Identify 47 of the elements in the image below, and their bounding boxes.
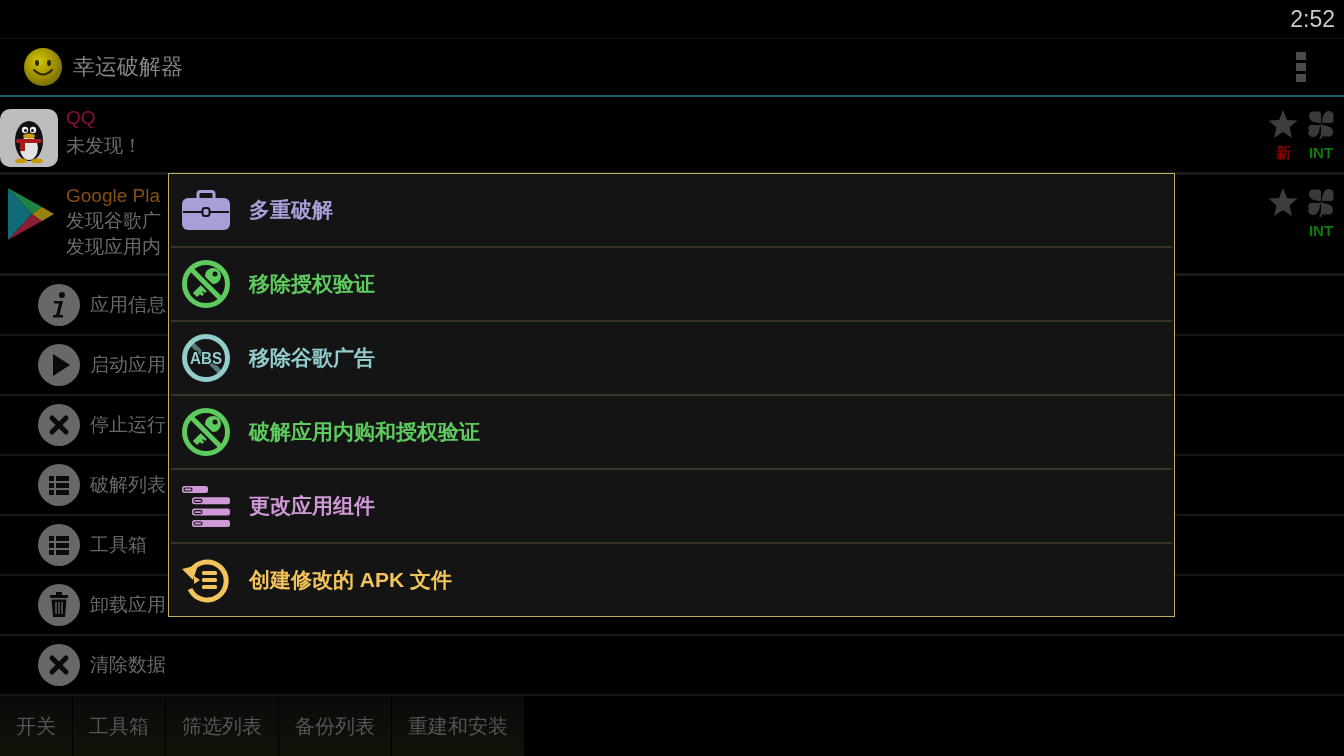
list-icon[interactable]: [38, 464, 80, 506]
info-icon[interactable]: [38, 284, 80, 326]
dialog-option[interactable]: 移除授权验证: [249, 270, 375, 298]
dialog-option[interactable]: 创建修改的 APK 文件: [249, 566, 452, 594]
app-status-text: 发现应用内: [66, 235, 161, 259]
more-options-icon[interactable]: [1296, 52, 1306, 82]
bottom-tab[interactable]: 备份列表: [279, 696, 392, 756]
bottom-tab[interactable]: 工具箱: [73, 696, 166, 756]
app-title: 幸运破解器: [73, 53, 183, 81]
menu-item-label[interactable]: 卸载应用: [90, 592, 166, 618]
app-name: Google Pla: [66, 184, 160, 208]
dialog-option[interactable]: 移除谷歌广告: [249, 344, 375, 372]
dialog-option[interactable]: 更改应用组件: [249, 492, 375, 520]
stacked-bars-icon: [182, 485, 230, 527]
bottom-tab[interactable]: 筛选列表: [166, 696, 279, 756]
trash-icon[interactable]: [38, 584, 80, 626]
star-icon[interactable]: [1268, 109, 1298, 139]
app-status-text: 未发现！: [66, 134, 142, 158]
no-key-icon: [182, 408, 230, 456]
menu-item-label[interactable]: 停止运行: [90, 412, 166, 438]
menu-item-label[interactable]: 破解列表: [90, 472, 166, 498]
close-icon[interactable]: [38, 404, 80, 446]
play-icon[interactable]: [38, 344, 80, 386]
int-caption: INT: [1308, 143, 1334, 163]
no-ads-icon: ABS: [182, 334, 230, 382]
circular-arrow-list-icon: [182, 556, 230, 604]
briefcase-icon: [182, 190, 230, 230]
app-name: QQ: [66, 106, 96, 130]
list-icon[interactable]: [38, 524, 80, 566]
new-caption: 新: [1275, 143, 1291, 163]
penguin-icon: [0, 109, 58, 167]
bottom-tab[interactable]: 开关: [0, 696, 73, 756]
menu-item-label[interactable]: 清除数据: [90, 652, 166, 678]
app-status-text: 发现谷歌广: [66, 209, 161, 233]
smiley-face-icon: [24, 48, 62, 86]
no-key-icon: [182, 260, 230, 308]
menu-item-label[interactable]: 启动应用: [90, 352, 166, 378]
close-icon[interactable]: [38, 644, 80, 686]
menu-item-label[interactable]: 应用信息: [90, 292, 166, 318]
int-caption: INT: [1308, 221, 1334, 241]
dialog-option[interactable]: 破解应用内购和授权验证: [249, 418, 480, 446]
play-triangle-icon: [8, 188, 54, 240]
dialog-option[interactable]: 多重破解: [249, 196, 333, 224]
menu-item-label[interactable]: 工具箱: [90, 532, 147, 558]
status-time: 2:52: [1290, 5, 1335, 33]
bottom-tab[interactable]: 重建和安装: [392, 696, 525, 756]
star-icon[interactable]: [1268, 187, 1298, 217]
